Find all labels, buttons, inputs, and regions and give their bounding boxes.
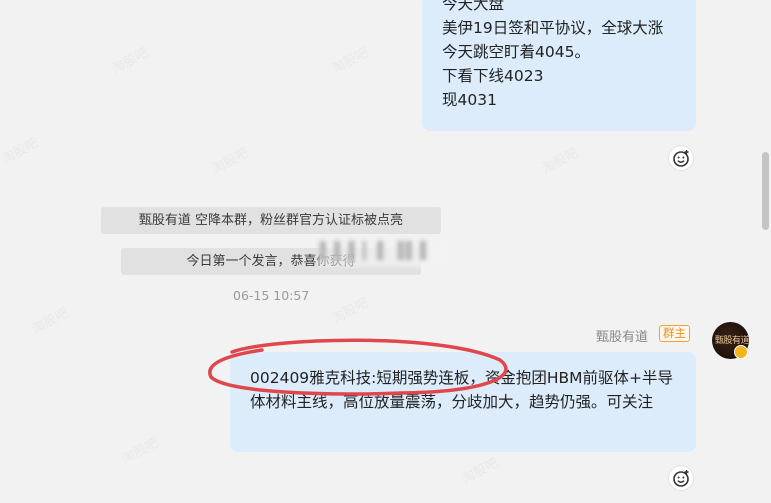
message-text: 002409雅克科技:短期强势连板，资金抱团HBM前驱体+半导体材料主线，高位放… [250,369,674,411]
message-timestamp: 06-15 10:57 [233,288,310,303]
watermark: 淘股吧 [28,302,71,337]
watermark: 淘股吧 [108,42,151,77]
sender-name[interactable]: 甄股有道 [596,326,648,345]
watermark: 淘股吧 [0,132,41,167]
system-notice: 甄股有道 空降本群，粉丝群官方认证标被点亮 [101,207,441,234]
watermark: 淘股吧 [118,432,161,467]
add-emoji-reaction-icon[interactable] [669,146,693,170]
message-line: 今天跳空盯着4045。 [442,43,590,61]
add-emoji-reaction-icon[interactable] [669,466,693,490]
watermark: 淘股吧 [458,452,501,487]
scrollbar-thumb[interactable] [762,152,769,230]
message-bubble-own[interactable]: 今天大盘 美伊19日签和平协议，全球大涨 今天跳空盯着4045。 下看下线402… [422,0,696,131]
avatar-logo-text: 甄股有道 [715,336,749,346]
verified-badge-icon [734,345,748,359]
message-line: 今天大盘 [442,0,505,13]
message-line: 美伊19日签和平协议，全球大涨 [442,19,664,37]
blurred-text: ▌▌▌▎▌▐▌▌ [320,241,435,260]
watermark: 淘股吧 [328,292,371,327]
watermark: 淘股吧 [328,42,371,77]
message-bubble-other[interactable]: 002409雅克科技:短期强势连板，资金抱团HBM前驱体+半导体材料主线，高位放… [230,352,696,452]
owner-badge: 群主 [659,325,690,342]
message-line: 现4031 [442,91,497,109]
watermark: 淘股吧 [208,142,251,177]
watermark: 淘股吧 [538,142,581,177]
message-line: 下看下线4023 [442,67,544,85]
